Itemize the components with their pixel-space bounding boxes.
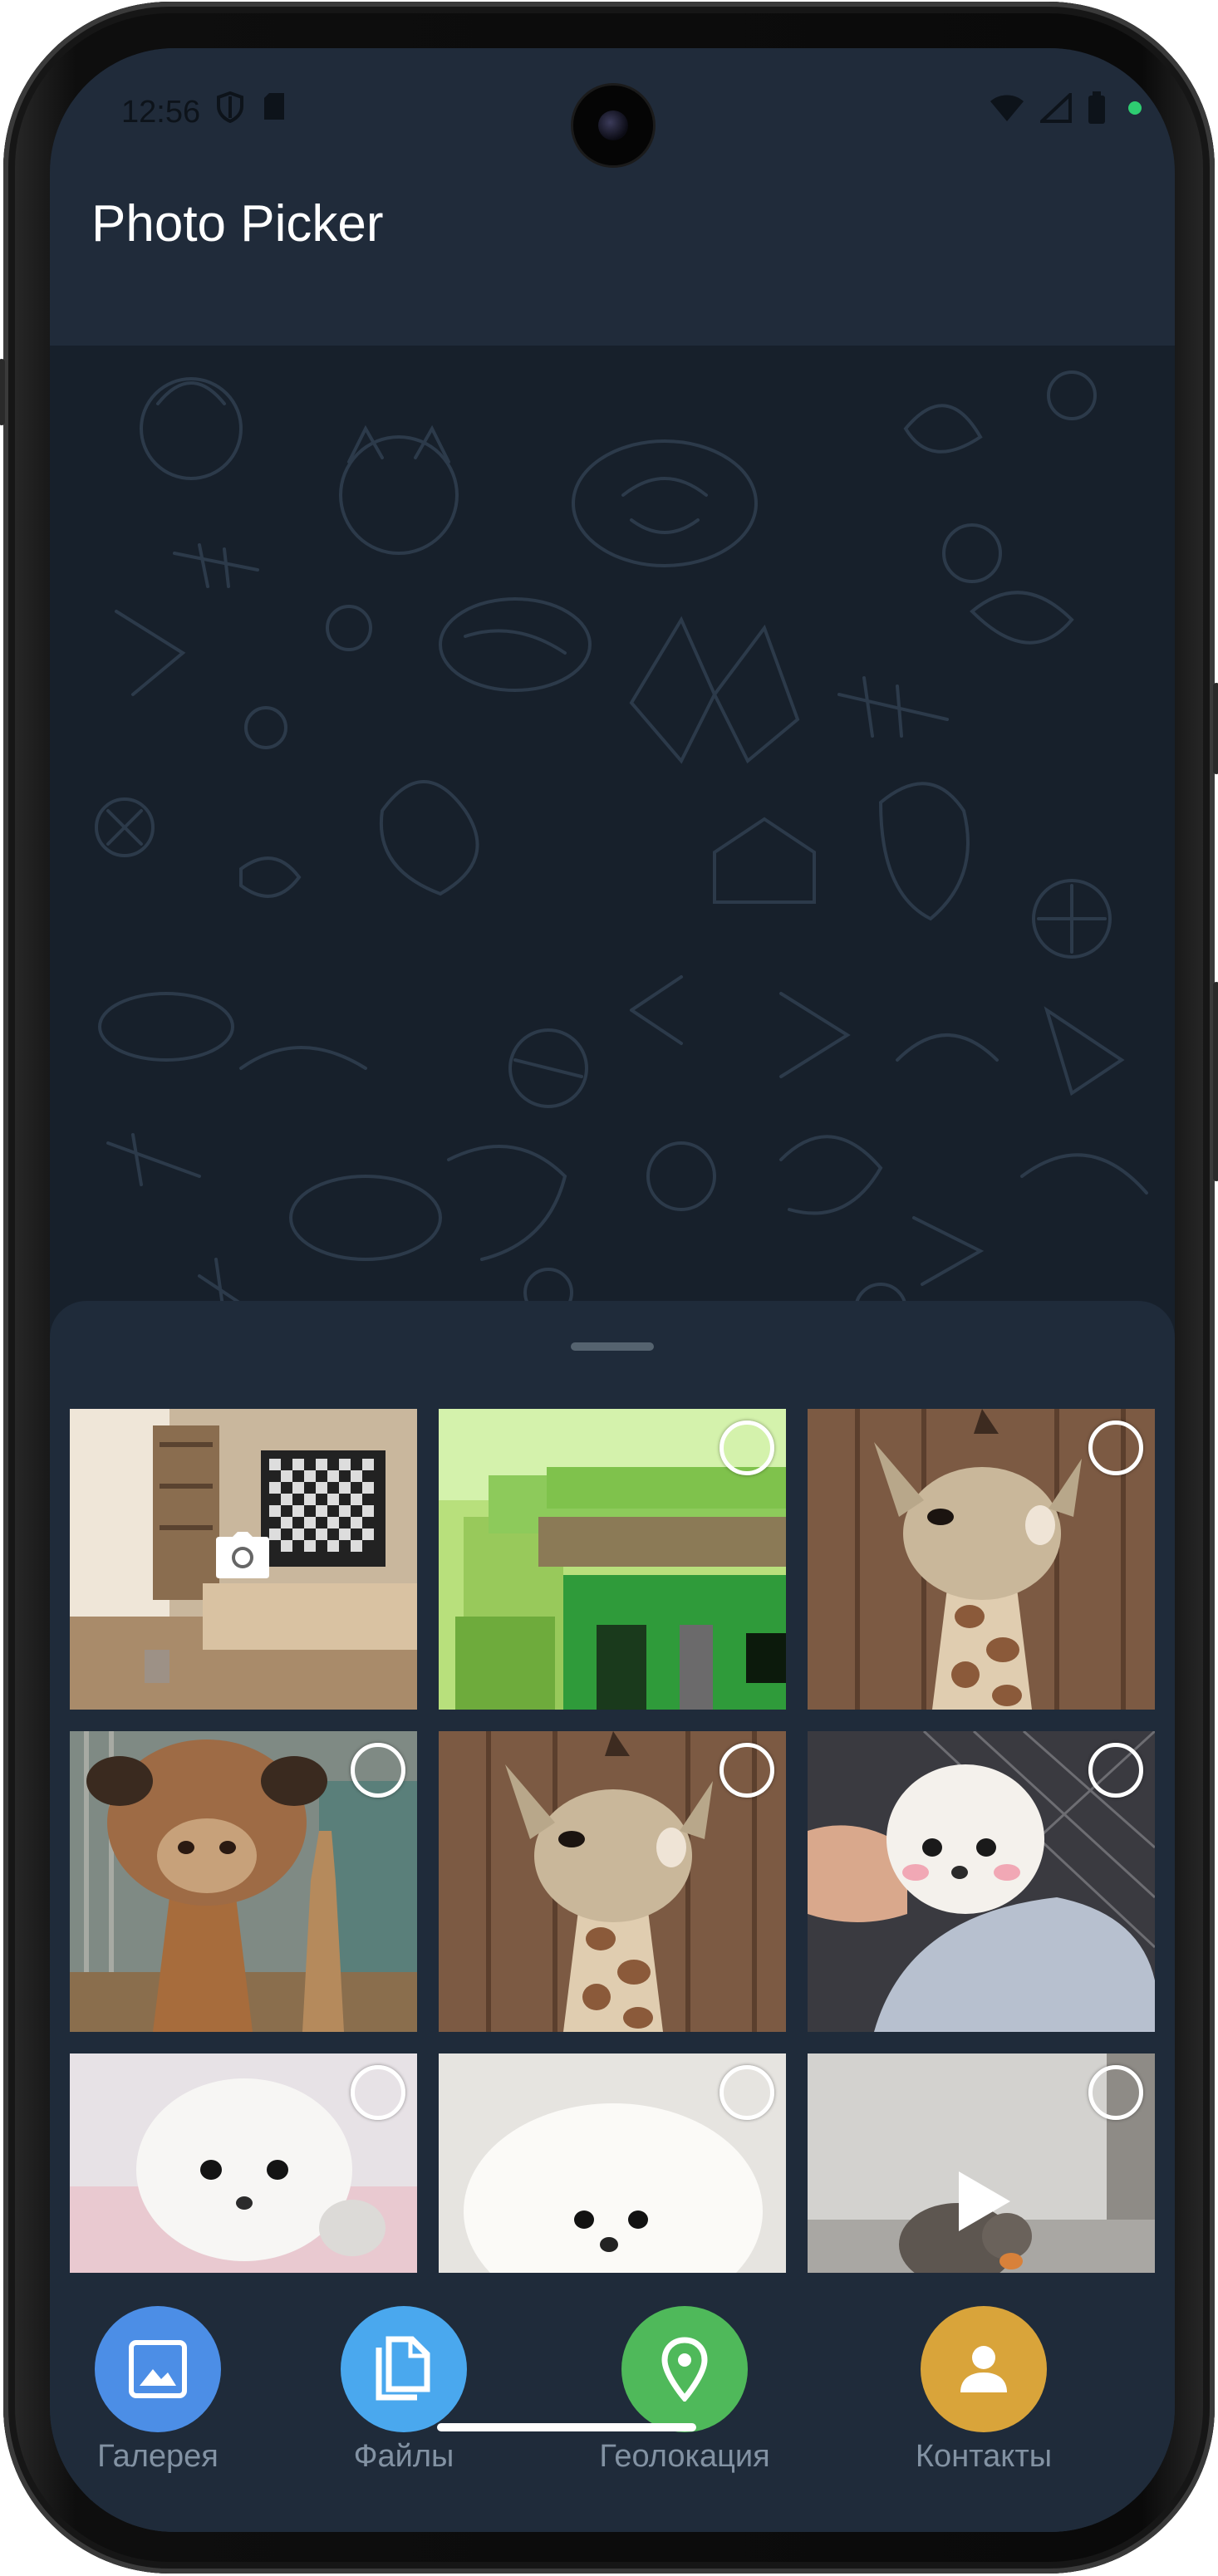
sheet-drag-handle[interactable]: [571, 1342, 654, 1351]
contacts-button[interactable]: Контакты: [884, 2306, 1083, 2475]
photo-tile-giraffe-1[interactable]: [808, 1409, 1155, 1710]
contacts-icon-circle: [921, 2306, 1047, 2432]
select-checkbox[interactable]: [1088, 1743, 1143, 1798]
attachment-type-bar: Галерея Файлы Геолокация Контакты: [50, 2306, 1175, 2532]
photo-tile-pixel-house[interactable]: [439, 1409, 786, 1710]
select-checkbox[interactable]: [720, 1743, 774, 1798]
image-icon: [129, 2340, 187, 2398]
gallery-icon-circle: [95, 2306, 221, 2432]
battery-icon: [1088, 91, 1105, 124]
status-right-icons: [989, 91, 1142, 125]
screen: 12:56 Photo Picker Галерея Файлы Геолока…: [50, 48, 1175, 2532]
page-title: Photo Picker: [91, 195, 384, 253]
gallery-label: Галерея: [97, 2439, 219, 2474]
camera-tile[interactable]: [70, 1409, 417, 1710]
select-checkbox[interactable]: [351, 2065, 405, 2120]
select-checkbox[interactable]: [1088, 2065, 1143, 2120]
location-icon-circle: [621, 2306, 748, 2432]
volume-button: [0, 359, 5, 425]
volume-rocker: [1213, 982, 1218, 1181]
wifi-icon: [990, 95, 1024, 121]
photo-tile-fluffy-dog[interactable]: [439, 2053, 786, 2273]
photo-grid: [70, 1409, 1155, 2273]
photo-tile-pomeranian-puppy[interactable]: [70, 2053, 417, 2273]
front-camera: [573, 86, 653, 165]
select-checkbox[interactable]: [720, 2065, 774, 2120]
camera-icon: [216, 1532, 269, 1578]
play-icon: [959, 2171, 1010, 2231]
files-button[interactable]: Файлы: [304, 2306, 503, 2475]
files-label: Файлы: [353, 2439, 454, 2474]
status-left-icons: [216, 91, 286, 123]
contacts-label: Контакты: [915, 2439, 1053, 2474]
shield-icon: [217, 91, 243, 123]
photo-tile-giraffe-closeup[interactable]: [70, 1731, 417, 2032]
phone-frame: 12:56 Photo Picker Галерея Файлы Геолока…: [0, 2, 1218, 2574]
photo-tile-pomeranian-hand[interactable]: [808, 1731, 1155, 2032]
select-checkbox[interactable]: [1088, 1420, 1143, 1475]
gallery-button[interactable]: Галерея: [58, 2306, 258, 2475]
location-button[interactable]: Геолокация: [585, 2306, 784, 2475]
power-button: [1213, 683, 1218, 774]
doodle-pattern: [95, 370, 1148, 1336]
video-tile-cat[interactable]: [808, 2053, 1155, 2273]
select-checkbox[interactable]: [351, 1743, 405, 1798]
file-icon: [376, 2336, 430, 2401]
attachment-sheet: Галерея Файлы Геолокация Контакты: [50, 1301, 1175, 2532]
signal-icon: [1040, 93, 1072, 123]
notification-dot: [1128, 101, 1142, 115]
location-label: Геолокация: [599, 2439, 770, 2474]
sim-card-icon: [264, 93, 284, 120]
files-icon-circle: [341, 2306, 467, 2432]
status-time: 12:56: [121, 95, 201, 130]
photo-tile-giraffe-2[interactable]: [439, 1731, 786, 2032]
chat-background: [50, 346, 1175, 1342]
select-checkbox[interactable]: [720, 1420, 774, 1475]
person-icon: [960, 2346, 1007, 2392]
location-pin-icon: [661, 2337, 708, 2402]
home-indicator[interactable]: [437, 2423, 696, 2431]
